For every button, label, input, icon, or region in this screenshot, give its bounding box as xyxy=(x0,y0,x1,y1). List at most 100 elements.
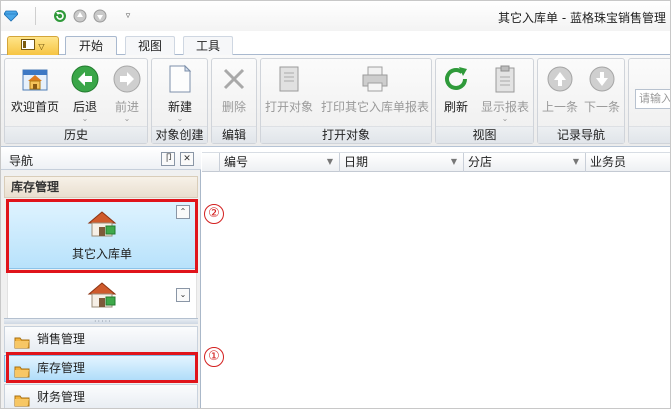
tab-view[interactable]: 视图 xyxy=(125,36,175,55)
welcome-home-label: 欢迎首页 xyxy=(10,100,59,114)
group-label-history: 历史 xyxy=(5,126,147,143)
annotation-marker-2: ② xyxy=(204,204,224,224)
next-record-icon xyxy=(586,63,618,95)
column-header-label: 日期 xyxy=(344,155,369,169)
show-report-button[interactable]: 显示报表 ⌄ xyxy=(478,63,532,123)
new-button[interactable]: 新建 ⌄ xyxy=(154,63,206,123)
print-report-button[interactable]: 打印其它入库单报表 xyxy=(319,63,431,115)
open-object-button[interactable]: 打开对象 xyxy=(263,63,315,115)
column-header-label: 业务员 xyxy=(590,155,627,169)
nav-item-stock-secondary[interactable]: ⌄ xyxy=(7,271,197,321)
delete-icon xyxy=(218,63,250,95)
column-header-salesperson[interactable]: 业务员 xyxy=(586,153,670,172)
new-document-icon xyxy=(164,63,196,95)
previous-record-icon xyxy=(544,63,576,95)
tab-tools[interactable]: 工具 xyxy=(183,36,233,55)
refresh-icon[interactable] xyxy=(53,9,67,23)
row-indicator-header xyxy=(202,153,220,172)
back-icon xyxy=(69,63,101,95)
app-window: ▿ 其它入库单 - 蓝格珠宝销售管理 ▽ 开始 视图 工具 欢迎首页 后退 ⌄ … xyxy=(0,0,671,409)
application-menu-button[interactable]: ▽ xyxy=(7,36,59,55)
column-header-label: 分店 xyxy=(468,155,493,169)
forward-icon xyxy=(111,63,143,95)
pin-icon[interactable]: 卩 xyxy=(161,152,175,166)
sort-arrow-icon: ▼ xyxy=(326,157,333,166)
sort-arrow-icon: ▼ xyxy=(572,157,579,166)
back-label: 后退 xyxy=(72,100,97,114)
group-label-search xyxy=(629,126,670,143)
delete-label: 删除 xyxy=(221,100,246,114)
tab-start[interactable]: 开始 xyxy=(65,36,117,56)
group-label-record-navigation: 记录导航 xyxy=(538,126,624,143)
annotation-marker-1: ① xyxy=(204,347,224,367)
ribbon-group-view: 刷新 显示报表 ⌄ 视图 xyxy=(435,58,534,144)
next-record-label: 下一条 xyxy=(583,100,620,114)
window-title: 其它入库单 - 蓝格珠宝销售管理 xyxy=(498,11,666,25)
forward-icon[interactable] xyxy=(93,9,107,23)
house-stock-icon xyxy=(85,278,119,312)
app-diamond-icon[interactable] xyxy=(4,9,18,23)
open-object-icon xyxy=(273,63,305,95)
grid-header: 编号 ▼ 日期 ▼ 分店 ▼ 业务员 xyxy=(202,152,670,172)
highlight-box-1 xyxy=(6,352,198,383)
navigation-header: 导航 卩 ✕ xyxy=(1,148,201,170)
forward-button[interactable]: 前进 ⌄ xyxy=(107,63,147,123)
print-report-label: 打印其它入库单报表 xyxy=(320,100,429,114)
quick-access-separator xyxy=(35,7,36,25)
group-label-edit: 编辑 xyxy=(212,126,256,143)
report-icon xyxy=(489,63,521,95)
chevron-down-icon: ⌄ xyxy=(501,114,509,123)
chevron-down-icon: ⌄ xyxy=(123,114,131,123)
navigation-title: 导航 xyxy=(9,154,34,168)
column-header-date[interactable]: 日期 ▼ xyxy=(340,153,464,172)
printer-icon xyxy=(359,63,391,95)
previous-record-label: 上一条 xyxy=(541,100,578,114)
forward-label: 前进 xyxy=(114,100,139,114)
title-bar: ▿ 其它入库单 - 蓝格珠宝销售管理 xyxy=(1,1,670,31)
chevron-down-icon: ⌄ xyxy=(176,114,184,123)
data-grid: 编号 ▼ 日期 ▼ 分店 ▼ 业务员 xyxy=(202,148,670,408)
highlight-box-2 xyxy=(6,199,198,273)
refresh-icon xyxy=(440,63,472,95)
nav-menu-finance[interactable]: 财务管理 xyxy=(4,384,198,408)
chevron-down-icon[interactable]: ⌄ xyxy=(176,288,190,302)
column-header-number[interactable]: 编号 ▼ xyxy=(220,153,340,172)
group-label-object-create: 对象创建 xyxy=(152,126,207,143)
grip-icon: ····· xyxy=(94,317,112,326)
column-header-branch[interactable]: 分店 ▼ xyxy=(464,153,586,172)
nav-menu-sales[interactable]: 销售管理 xyxy=(4,326,198,353)
close-icon[interactable]: ✕ xyxy=(180,152,194,166)
sort-arrow-icon: ▼ xyxy=(450,157,457,166)
ribbon-group-object-create: 新建 ⌄ 对象创建 xyxy=(151,58,208,144)
search-input[interactable]: 请输入 xyxy=(635,89,670,109)
refresh-button[interactable]: 刷新 xyxy=(438,63,474,115)
chevron-down-icon: ⌄ xyxy=(81,114,89,123)
refresh-label: 刷新 xyxy=(443,100,468,114)
next-record-button[interactable]: 下一条 xyxy=(582,63,622,115)
dropdown-icon[interactable]: ▿ xyxy=(121,9,135,23)
app-menu-icon xyxy=(21,39,36,53)
folder-icon xyxy=(14,391,30,408)
new-label: 新建 xyxy=(167,100,192,114)
ribbon-group-edit: 删除 编辑 xyxy=(211,58,257,144)
home-icon xyxy=(19,63,51,95)
delete-button[interactable]: 删除 xyxy=(214,63,254,115)
nav-menu-label: 财务管理 xyxy=(37,390,86,404)
back-button[interactable]: 后退 ⌄ xyxy=(67,63,103,123)
nav-splitter[interactable]: ····· xyxy=(4,317,198,326)
welcome-home-button[interactable]: 欢迎首页 xyxy=(7,63,63,115)
nav-section-title: 库存管理 xyxy=(4,176,198,198)
ribbon-group-search: 请输入 xyxy=(628,58,670,144)
column-header-label: 编号 xyxy=(224,155,249,169)
chevron-down-icon: ▽ xyxy=(38,41,45,51)
ribbon-tab-strip: ▽ 开始 视图 工具 xyxy=(1,31,670,56)
show-report-label: 显示报表 xyxy=(480,100,529,114)
ribbon: 欢迎首页 后退 ⌄ 前进 ⌄ 历史 新建 ⌄ 对象创建 删除 编辑 打开对象 打… xyxy=(1,55,670,147)
back-icon[interactable] xyxy=(73,9,87,23)
previous-record-button[interactable]: 上一条 xyxy=(540,63,580,115)
ribbon-group-history: 欢迎首页 后退 ⌄ 前进 ⌄ 历史 xyxy=(4,58,148,144)
ribbon-group-record-navigation: 上一条 下一条 记录导航 xyxy=(537,58,625,144)
nav-menu-label: 销售管理 xyxy=(37,332,86,346)
group-label-open-object: 打开对象 xyxy=(261,126,431,143)
ribbon-group-open-object: 打开对象 打印其它入库单报表 打开对象 xyxy=(260,58,432,144)
